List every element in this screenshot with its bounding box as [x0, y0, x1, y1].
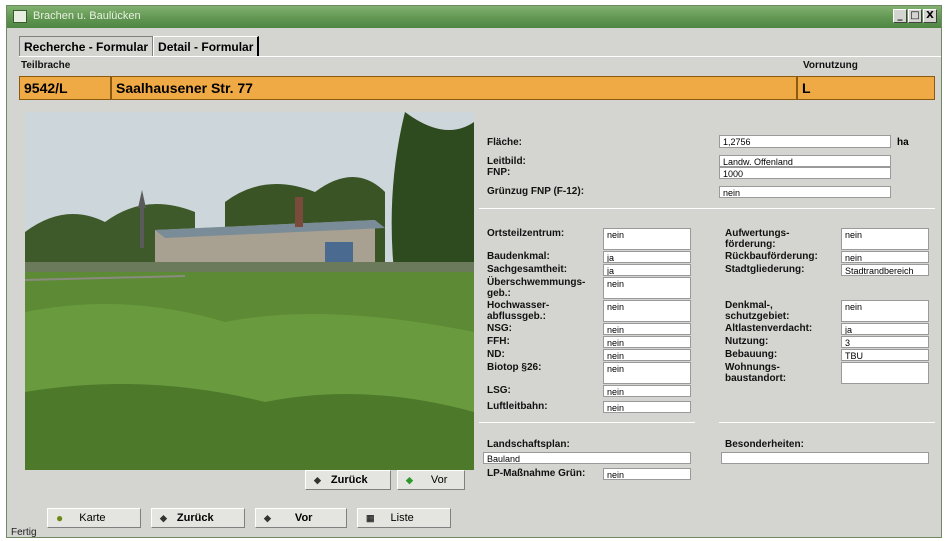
gruenzug-label: Grünzug FNP (F-12):: [487, 186, 585, 197]
divider: [479, 422, 695, 423]
flaeche-field[interactable]: 1,2756: [719, 135, 891, 148]
hochwasser-label: Hochwasser- abflussgeb.:: [487, 300, 550, 322]
lp-massnahme-label: LP-Maßnahme Grün:: [487, 468, 586, 479]
vornutzung-label: Vornutzung: [803, 60, 858, 71]
vornutzung-field[interactable]: L: [797, 76, 935, 100]
map-button[interactable]: ● Karte: [47, 508, 141, 528]
baudenkmal-field[interactable]: ja: [603, 251, 691, 263]
title-bar[interactable]: Brachen u. Baulücken _ □ X: [7, 6, 941, 28]
photo-back-button[interactable]: ◆ Zurück: [305, 470, 391, 490]
teilbrache-id-field[interactable]: 9542/L: [19, 76, 111, 100]
wohnungsbau-label: Wohnungs- baustandort:: [725, 362, 787, 384]
besonderheiten-field[interactable]: [721, 452, 929, 464]
back-label: Zurück: [176, 512, 214, 524]
flaeche-unit: ha: [897, 137, 909, 148]
application-window: Brachen u. Baulücken _ □ X Recherche - F…: [6, 5, 942, 538]
map-icon: ●: [56, 511, 64, 525]
site-photo: [25, 112, 474, 470]
list-icon: ▦: [366, 512, 375, 523]
leitbild-label: Leitbild:: [487, 156, 526, 167]
arrow-right-icon: ◆: [406, 474, 413, 485]
luftleitbahn-field[interactable]: nein: [603, 401, 691, 413]
lsg-label: LSG:: [487, 385, 511, 396]
altlasten-field[interactable]: ja: [841, 323, 929, 335]
aufwertung-field[interactable]: nein: [841, 228, 929, 250]
ueberschwemmung-label: Überschwemmungs- geb.:: [487, 277, 586, 299]
biotop-label: Biotop §26:: [487, 362, 542, 373]
nd-field[interactable]: nein: [603, 349, 691, 361]
nutzung-label: Nutzung:: [725, 336, 769, 347]
divider: [479, 208, 935, 209]
photo-forward-button[interactable]: ◆ Vor: [397, 470, 465, 490]
nsg-field[interactable]: nein: [603, 323, 691, 335]
bebauung-label: Bebauung:: [725, 349, 778, 360]
sachgesamtheit-field[interactable]: ja: [603, 264, 691, 276]
tab-divider: [19, 56, 941, 57]
tab-bar: Recherche - Formular Detail - Formular: [19, 36, 260, 57]
bebauung-field[interactable]: TBU: [841, 349, 929, 361]
landschaftsplan-label: Landschaftsplan:: [487, 439, 570, 450]
arrow-right-icon: ◆: [264, 512, 271, 523]
landschaftsplan-field[interactable]: Bauland: [483, 452, 691, 464]
maximize-button[interactable]: □: [908, 9, 922, 23]
forward-label: Vor: [294, 512, 313, 524]
luftleitbahn-label: Luftleitbahn:: [487, 401, 548, 412]
arrow-left-icon: ◆: [160, 512, 167, 523]
window-title: Brachen u. Baulücken: [33, 10, 141, 22]
ffh-field[interactable]: nein: [603, 336, 691, 348]
stadtgliederung-label: Stadtgliederung:: [725, 264, 805, 275]
fnp-field[interactable]: 1000: [719, 167, 891, 179]
aufwertung-label: Aufwertungs- förderung:: [725, 228, 790, 250]
map-label: Karte: [79, 512, 106, 524]
flaeche-label: Fläche:: [487, 137, 523, 148]
nutzung-field[interactable]: 3: [841, 336, 929, 348]
rueckbau-label: Rückbauförderung:: [725, 251, 818, 262]
sachgesamtheit-label: Sachgesamtheit:: [487, 264, 568, 275]
status-text: Fertig: [11, 527, 37, 538]
photo-forward-label: Vor: [430, 474, 448, 486]
teilbrache-label: Teilbrache: [21, 60, 71, 71]
nsg-label: NSG:: [487, 323, 512, 334]
ffh-label: FFH:: [487, 336, 510, 347]
denkmal-label: Denkmal-, schutzgebiet:: [725, 300, 790, 322]
photo-back-label: Zurück: [330, 474, 368, 486]
ueberschwemmung-field[interactable]: nein: [603, 277, 691, 299]
stadtgliederung-field[interactable]: Stadtrandbereich: [841, 264, 929, 276]
list-label: Liste: [390, 512, 414, 524]
nd-label: ND:: [487, 349, 505, 360]
ortsteilzentrum-field[interactable]: nein: [603, 228, 691, 250]
lsg-field[interactable]: nein: [603, 385, 691, 397]
arrow-left-icon: ◆: [314, 474, 321, 485]
list-button[interactable]: ▦ Liste: [357, 508, 451, 528]
besonderheiten-label: Besonderheiten:: [725, 439, 804, 450]
wohnungsbau-field[interactable]: [841, 362, 929, 384]
lp-massnahme-field[interactable]: nein: [603, 468, 691, 480]
fnp-label: FNP:: [487, 167, 511, 178]
address-field[interactable]: Saalhausener Str. 77: [111, 76, 797, 100]
back-button[interactable]: ◆ Zurück: [151, 508, 245, 528]
app-icon: [13, 10, 27, 23]
tab-detail[interactable]: Detail - Formular: [153, 36, 260, 57]
forward-button[interactable]: ◆ Vor: [255, 508, 347, 528]
close-button[interactable]: X: [923, 9, 937, 23]
denkmal-field[interactable]: nein: [841, 300, 929, 322]
altlasten-label: Altlastenverdacht:: [725, 323, 813, 334]
baudenkmal-label: Baudenkmal:: [487, 251, 550, 262]
tab-recherche[interactable]: Recherche - Formular: [19, 36, 154, 57]
rueckbau-field[interactable]: nein: [841, 251, 929, 263]
biotop-field[interactable]: nein: [603, 362, 691, 384]
divider: [719, 422, 935, 423]
hochwasser-field[interactable]: nein: [603, 300, 691, 322]
leitbild-field[interactable]: Landw. Offenland: [719, 155, 891, 167]
minimize-button[interactable]: _: [893, 9, 907, 23]
gruenzug-field[interactable]: nein: [719, 186, 891, 198]
ortsteilzentrum-label: Ortsteilzentrum:: [487, 228, 565, 239]
